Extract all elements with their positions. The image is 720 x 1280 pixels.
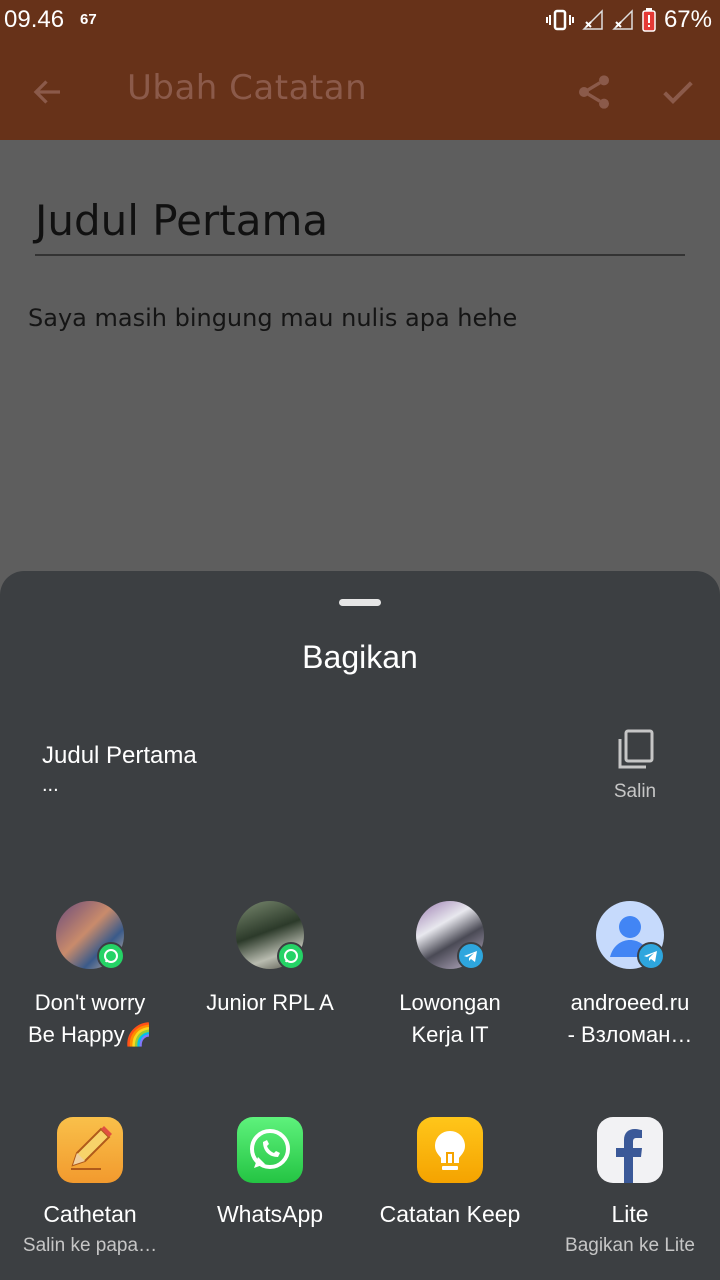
app-label: WhatsApp [216,1201,324,1227]
target-label: androeed.ru - Взломан… [567,990,693,1047]
target-label: Lowongan Kerja IT [399,990,501,1047]
pencil-icon [57,1117,123,1183]
title-underline [35,254,685,256]
preview-title: Judul Pertama [42,742,197,769]
share-icon[interactable] [574,72,614,112]
telegram-badge-icon [457,942,485,970]
whatsapp-badge-icon [277,942,305,970]
preview-body: ... [42,774,59,796]
page-title: Ubah Catatan [127,68,368,108]
app-label: Cathetan [43,1201,137,1227]
target-label: Don't worry Be Happy🌈 [27,990,152,1047]
signal-icon [582,9,603,30]
app-sublabel: Bagikan ke Lite [565,1235,695,1256]
status-bar: 09.46 67 67% [0,0,720,42]
target-label: Junior RPL A [206,990,334,1015]
battery-level: 67% [663,6,712,33]
telegram-badge-icon [637,942,665,970]
battery-icon [642,8,656,32]
share-sheet: Bagikan Judul Pertama ... Salin Don't wo… [0,571,720,1280]
whatsapp-badge-icon [97,942,125,970]
copy-label: Salin [613,781,657,802]
copy-button[interactable]: Salin [600,729,670,809]
back-arrow-icon[interactable] [30,74,66,110]
drag-handle[interactable] [339,599,381,606]
lightbulb-icon [417,1117,483,1183]
share-sheet-title: Bagikan [302,639,418,675]
facebook-icon [597,1117,663,1183]
status-time: 09.46 [4,6,65,33]
app-bar: Ubah Catatan [0,42,720,140]
status-icons: 67% [545,6,712,34]
copy-icon [618,729,654,769]
note-body-field[interactable]: Saya masih bingung mau nulis apa hehe [28,304,517,332]
notification-count: 67 [80,11,97,28]
signal-icon-2 [612,9,633,30]
app-sublabel: Salin ke papa… [22,1235,158,1256]
whatsapp-icon [237,1117,303,1183]
check-icon[interactable] [658,72,698,112]
vibrate-icon [545,9,574,31]
app-label: Lite [611,1201,649,1227]
app-label: Catatan Keep [379,1201,521,1227]
note-title-field[interactable]: Judul Pertama [35,196,328,245]
